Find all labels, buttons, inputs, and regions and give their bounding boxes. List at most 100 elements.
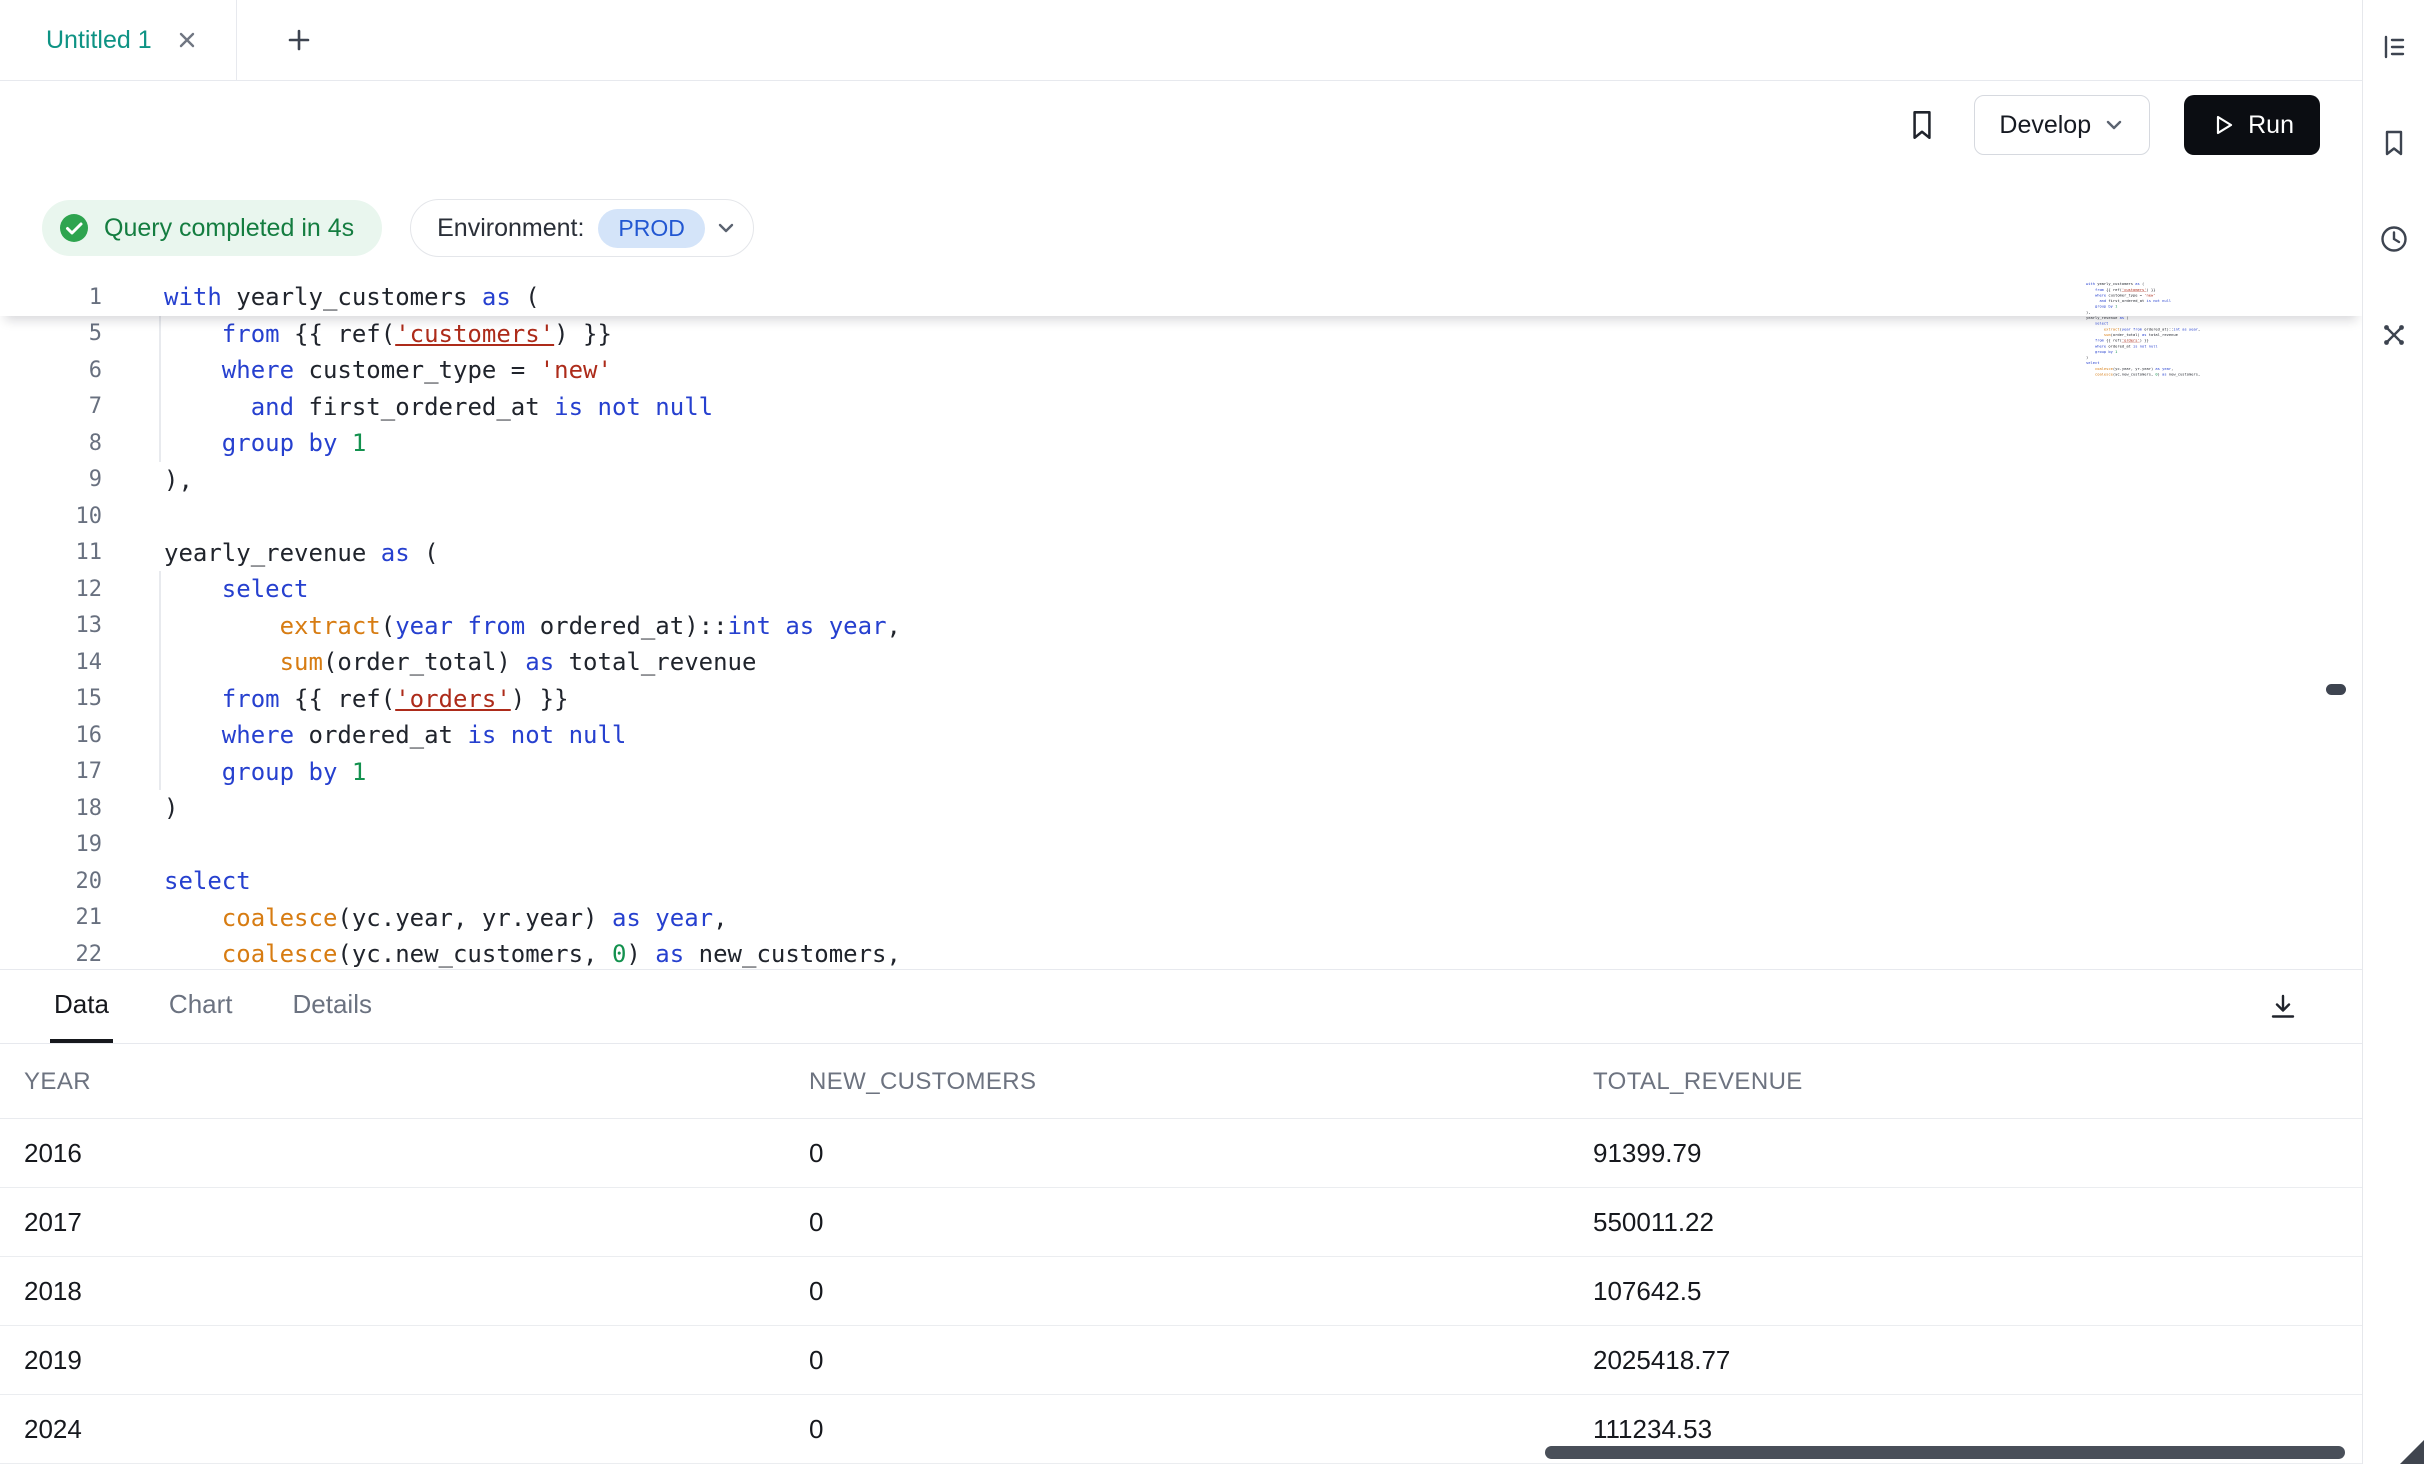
code-text: coalesce(yc.new_customers, 0) as new_cus… bbox=[102, 940, 901, 968]
code-line[interactable]: 7 and first_ordered_at is not null bbox=[0, 389, 2362, 426]
download-button[interactable] bbox=[2266, 990, 2300, 1024]
minimap[interactable]: with yearly_customers as ( from {{ ref('… bbox=[2086, 281, 2210, 393]
indent-guide bbox=[159, 316, 161, 462]
plus-icon bbox=[284, 25, 314, 55]
right-sidebar bbox=[2362, 0, 2424, 1464]
code-text: from {{ ref('customers') }} bbox=[102, 320, 612, 348]
line-number: 5 bbox=[0, 321, 102, 346]
bookmarks-panel-button[interactable] bbox=[2372, 121, 2416, 165]
code-text: ), bbox=[102, 466, 193, 494]
chevron-down-icon bbox=[715, 217, 737, 239]
line-number: 12 bbox=[0, 577, 102, 602]
code-line[interactable]: 6 where customer_type = 'new' bbox=[0, 352, 2362, 389]
code-line[interactable]: 11yearly_revenue as ( bbox=[0, 535, 2362, 572]
run-button[interactable]: Run bbox=[2184, 95, 2320, 155]
tab-label: Untitled 1 bbox=[46, 26, 152, 55]
line-number: 8 bbox=[0, 431, 102, 456]
results-header-row: YEARNEW_CUSTOMERSTOTAL_REVENUE bbox=[0, 1044, 2362, 1119]
history-panel-button[interactable] bbox=[2372, 217, 2416, 261]
table-row: 20170550011.22 bbox=[0, 1188, 2362, 1257]
column-header: NEW_CUSTOMERS bbox=[785, 1044, 1569, 1119]
sticky-code-line[interactable]: 1with yearly_customers as ( bbox=[0, 279, 2362, 316]
table-cell: 2025418.77 bbox=[1569, 1326, 2362, 1395]
editor-scrollbar-thumb[interactable] bbox=[2326, 684, 2346, 695]
code-lines: 1with yearly_customers as (5 from {{ ref… bbox=[0, 279, 2362, 969]
table-cell: 0 bbox=[785, 1395, 1569, 1464]
line-number: 19 bbox=[0, 832, 102, 857]
code-line[interactable]: 18) bbox=[0, 790, 2362, 827]
code-text: with yearly_customers as ( bbox=[102, 283, 540, 311]
line-number: 1 bbox=[0, 285, 102, 310]
chevron-down-icon bbox=[2103, 114, 2125, 136]
table-row: 20180107642.5 bbox=[0, 1257, 2362, 1326]
sql-editor[interactable]: 1with yearly_customers as (5 from {{ ref… bbox=[0, 273, 2362, 969]
play-icon bbox=[2210, 112, 2236, 138]
results-tab-chart[interactable]: Chart bbox=[165, 970, 237, 1043]
develop-button[interactable]: Develop bbox=[1974, 95, 2150, 155]
status-row: Query completed in 4s Environment: PROD bbox=[0, 169, 2362, 273]
table-cell: 550011.22 bbox=[1569, 1188, 2362, 1257]
code-line[interactable]: 14 sum(order_total) as total_revenue bbox=[0, 644, 2362, 681]
results-table: YEARNEW_CUSTOMERSTOTAL_REVENUE 201609139… bbox=[0, 1044, 2362, 1464]
history-clock-icon bbox=[2377, 222, 2411, 256]
code-text: ) bbox=[102, 794, 178, 822]
results-tab-details[interactable]: Details bbox=[289, 970, 376, 1043]
code-line[interactable]: 15 from {{ ref('orders') }} bbox=[0, 681, 2362, 718]
code-line[interactable]: 8 group by 1 bbox=[0, 425, 2362, 462]
code-text: select bbox=[102, 867, 251, 895]
results-body: 2016091399.7920170550011.2220180107642.5… bbox=[0, 1119, 2362, 1464]
query-status-text: Query completed in 4s bbox=[104, 214, 354, 243]
close-icon[interactable] bbox=[174, 27, 200, 53]
bookmark-button[interactable] bbox=[1904, 107, 1940, 143]
outline-panel-button[interactable] bbox=[2372, 25, 2416, 69]
code-line[interactable]: 17 group by 1 bbox=[0, 754, 2362, 791]
bookmark-icon bbox=[1904, 107, 1940, 143]
results-scrollbar-thumb[interactable] bbox=[1545, 1446, 2345, 1459]
code-line[interactable]: 9), bbox=[0, 462, 2362, 499]
table-cell: 0 bbox=[785, 1119, 1569, 1188]
new-tab-button[interactable] bbox=[277, 18, 321, 62]
code-line[interactable]: 19 bbox=[0, 827, 2362, 864]
line-number: 13 bbox=[0, 613, 102, 638]
environment-label: Environment: bbox=[437, 214, 584, 243]
outline-panel-icon bbox=[2377, 30, 2411, 64]
download-icon bbox=[2266, 990, 2300, 1024]
code-text: yearly_revenue as ( bbox=[102, 539, 439, 567]
tab-untitled-1[interactable]: Untitled 1 bbox=[0, 0, 237, 80]
table-cell: 0 bbox=[785, 1188, 1569, 1257]
line-number: 16 bbox=[0, 723, 102, 748]
line-number: 7 bbox=[0, 394, 102, 419]
minimap-content: with yearly_customers as ( from {{ ref('… bbox=[2086, 281, 2210, 377]
line-number: 17 bbox=[0, 759, 102, 784]
table-cell: 2017 bbox=[0, 1188, 785, 1257]
code-line[interactable]: 16 where ordered_at is not null bbox=[0, 717, 2362, 754]
code-line[interactable]: 5 from {{ ref('customers') }} bbox=[0, 316, 2362, 353]
table-cell: 107642.5 bbox=[1569, 1257, 2362, 1326]
query-status-badge: Query completed in 4s bbox=[42, 200, 382, 256]
resize-corner[interactable] bbox=[2400, 1440, 2424, 1464]
results-tabs: Data Chart Details bbox=[50, 970, 428, 1043]
results-tab-data[interactable]: Data bbox=[50, 970, 113, 1043]
environment-selector[interactable]: Environment: PROD bbox=[410, 199, 754, 257]
code-text: sum(order_total) as total_revenue bbox=[102, 648, 756, 676]
line-number: 6 bbox=[0, 358, 102, 383]
develop-label: Develop bbox=[1999, 111, 2091, 140]
code-line[interactable]: 22 coalesce(yc.new_customers, 0) as new_… bbox=[0, 936, 2362, 969]
code-line[interactable]: 12 select bbox=[0, 571, 2362, 608]
toolbar: Develop Run bbox=[0, 81, 2362, 169]
code-line[interactable]: 10 bbox=[0, 498, 2362, 535]
code-text: where customer_type = 'new' bbox=[102, 356, 612, 384]
code-line[interactable]: 21 coalesce(yc.year, yr.year) as year, bbox=[0, 900, 2362, 937]
line-number: 21 bbox=[0, 905, 102, 930]
code-line[interactable]: 20select bbox=[0, 863, 2362, 900]
line-number: 15 bbox=[0, 686, 102, 711]
table-cell: 91399.79 bbox=[1569, 1119, 2362, 1188]
line-number: 11 bbox=[0, 540, 102, 565]
code-text: and first_ordered_at is not null bbox=[102, 393, 713, 421]
dag-panel-button[interactable] bbox=[2372, 313, 2416, 357]
code-text: select bbox=[102, 575, 309, 603]
line-number: 9 bbox=[0, 467, 102, 492]
code-line[interactable]: 13 extract(year from ordered_at)::int as… bbox=[0, 608, 2362, 645]
run-label: Run bbox=[2248, 111, 2294, 140]
check-circle-icon bbox=[58, 212, 90, 244]
